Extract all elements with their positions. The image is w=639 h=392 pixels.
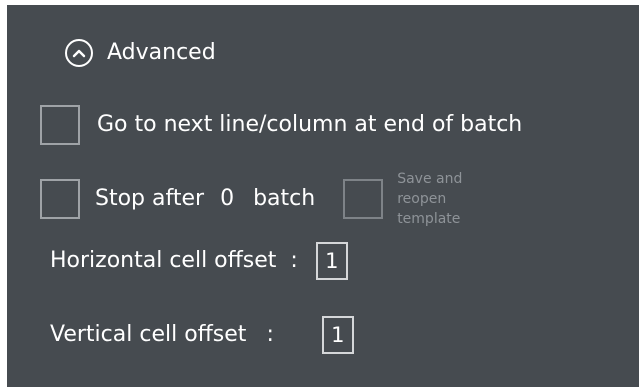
next-line-checkbox[interactable]: [40, 105, 80, 145]
advanced-section-title: Advanced: [107, 40, 216, 65]
advanced-section-toggle[interactable]: Advanced: [65, 34, 216, 72]
save-reopen-checkbox[interactable]: [343, 179, 384, 219]
save-reopen-label: Save and reopen template: [397, 171, 463, 227]
stop-after-suffix: batch: [253, 186, 316, 211]
horizontal-offset-label: Horizontal cell offset: [50, 248, 277, 273]
vertical-offset-input[interactable]: [321, 316, 354, 354]
chevron-up-glyph: [72, 49, 86, 58]
stop-option-row: Stop after 0 batch Save and reopen templ…: [40, 169, 497, 229]
next-line-option-row: Go to next line/column at end of batch: [40, 105, 522, 145]
horizontal-offset-row: Horizontal cell offset :: [50, 242, 348, 280]
vertical-offset-colon: :: [266, 322, 274, 347]
chevron-up-circle-icon: [65, 39, 93, 67]
next-line-label: Go to next line/column at end of batch: [97, 112, 523, 137]
horizontal-offset-input[interactable]: [315, 242, 348, 280]
horizontal-offset-colon: :: [290, 248, 298, 273]
vertical-offset-row: Vertical cell offset :: [50, 316, 354, 354]
advanced-settings-panel: Advanced Go to next line/column at end o…: [7, 5, 639, 387]
stop-after-count[interactable]: 0: [220, 186, 234, 212]
vertical-offset-label: Vertical cell offset: [50, 322, 247, 347]
stop-after-checkbox[interactable]: [40, 179, 80, 219]
stop-after-label: Stop after: [95, 186, 205, 211]
